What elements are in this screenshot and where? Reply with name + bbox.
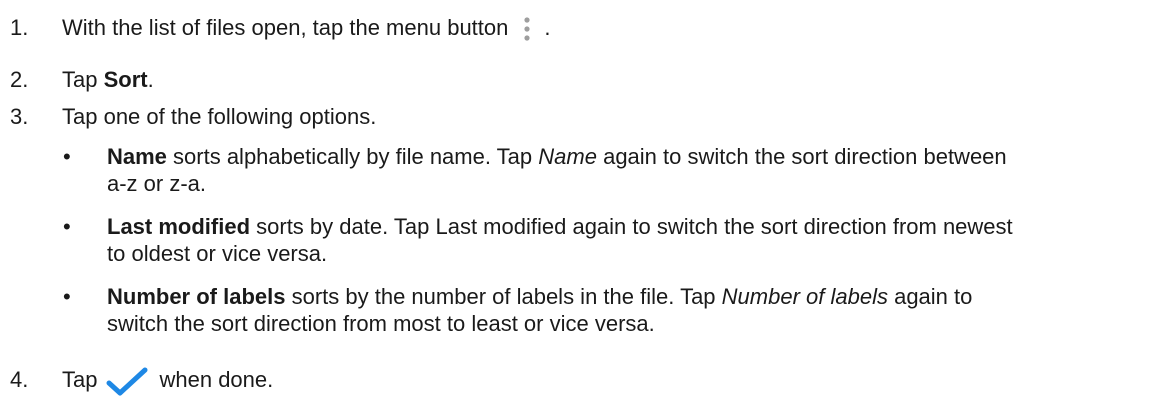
step-text-before-icon: With the list of files open, tap the men… [62,15,509,40]
bullet-mark: • [63,284,71,309]
step-text: With the list of files open, tap the men… [62,14,1162,42]
step-text-after-icon: . [544,15,551,40]
step-number: 4. [10,367,29,392]
option-desc-line-2: a-z or z-a. [107,171,207,196]
option-desc: sorts by the number of labels in the fil… [285,284,722,309]
vertical-ellipsis-menu-icon [522,16,532,42]
step-text: Tap one of the following options. [62,104,377,129]
step-prefix: Tap [62,67,104,92]
step-prefix: Tap [62,367,98,392]
option-italic-term: Number of labels [721,284,888,309]
option-desc-cont: again to switch the sort direction betwe… [596,144,1007,169]
option-text: Last modified sorts by date. Tap Last mo… [107,213,1162,267]
step-suffix: . [147,67,154,92]
step-number: 1. [10,15,29,40]
option-title: Last modified [107,214,251,239]
option-text: Name sorts alphabetically by file name. … [107,143,1162,197]
option-italic-term: Name [538,144,597,169]
step-suffix: when done. [159,367,274,392]
bullet-mark: • [63,144,71,169]
bullet-mark: • [63,214,71,239]
step-number: 2. [10,67,29,92]
option-desc-cont: again to [887,284,973,309]
option-desc: sorts alphabetically by file name. Tap [166,144,539,169]
option-title: Name [107,144,167,169]
checkmark-icon [105,367,149,397]
option-desc-line-2: switch the sort direction from most to l… [107,311,655,336]
step-number: 3. [10,104,29,129]
option-title: Number of labels [107,284,286,309]
step-text: Tap Sort. [62,66,1162,93]
option-desc: sorts by date. Tap Last modified again t… [250,214,1013,239]
step-bold-term: Sort [103,67,148,92]
option-desc-line-2: to oldest or vice versa. [107,241,328,266]
step-text: Tap when done. [62,366,1162,397]
option-text: Number of labels sorts by the number of … [107,283,1162,337]
